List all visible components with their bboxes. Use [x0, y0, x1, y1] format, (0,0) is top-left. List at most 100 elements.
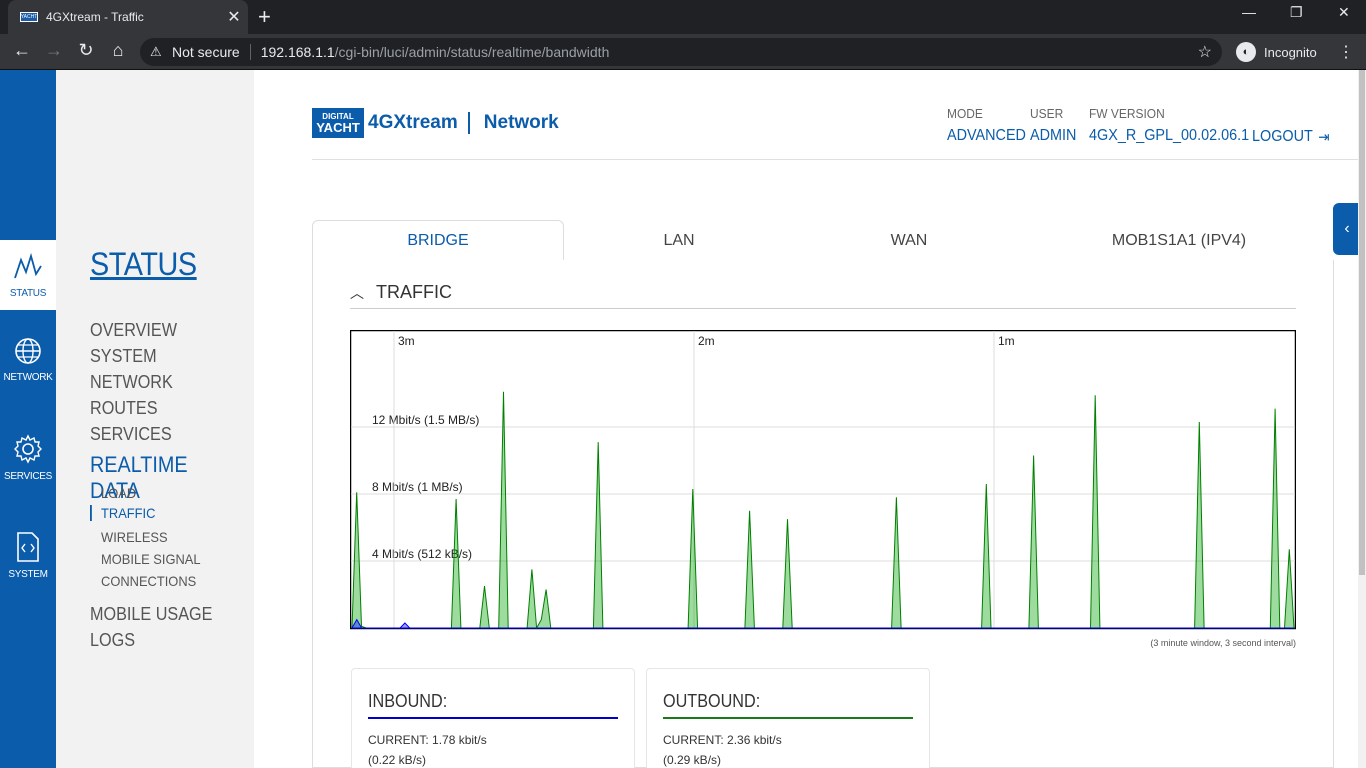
scrollbar-thumb[interactable]	[1359, 70, 1365, 575]
url-path: /cgi-bin/luci/admin/status/realtime/band…	[334, 44, 610, 60]
page-scrollbar[interactable]	[1358, 70, 1366, 768]
url-separator	[249, 44, 251, 60]
security-label: Not secure	[172, 44, 240, 60]
new-tab-button[interactable]: +	[258, 4, 271, 30]
inbound-rule	[368, 717, 618, 719]
browser-tab[interactable]: YACHT 4GXtream - Traffic ✕	[8, 0, 248, 34]
side-menu: STATUS OVERVIEW SYSTEM NETWORK ROUTES SE…	[56, 70, 254, 768]
url-host: 192.168.1.1	[260, 44, 335, 60]
outbound-rule	[663, 717, 913, 719]
user-info: USER ADMIN	[1030, 106, 1082, 145]
logo-divider	[467, 112, 470, 134]
chart-window-note: (3 minute window, 3 second interval)	[1150, 638, 1296, 648]
inbound-current-value: 1.78 kbit/s	[432, 733, 487, 747]
iconbar-label: SYSTEM	[8, 568, 48, 580]
user-value: ADMIN	[1030, 127, 1077, 144]
menu-services[interactable]: SERVICES	[90, 424, 172, 445]
header-divider	[312, 159, 1360, 160]
main-content: DIGITAL YACHT 4GXtream Network MODE ADVA…	[254, 70, 1360, 768]
menu-overview[interactable]: OVERVIEW	[90, 320, 177, 341]
address-bar[interactable]: ⚠ Not secure 192.168.1.1 /cgi-bin/luci/a…	[140, 38, 1222, 66]
iconbar-services[interactable]: SERVICES	[0, 408, 56, 506]
mode-label: MODE	[947, 106, 983, 121]
iconbar-network[interactable]: NETWORK	[0, 310, 56, 408]
section-divider	[350, 308, 1296, 309]
y-tick-label: 12 Mbit/s (1.5 MB/s)	[372, 413, 479, 427]
browser-toolbar: ← → ↻ ⌂ ⚠ Not secure 192.168.1.1 /cgi-bi…	[0, 34, 1366, 70]
inbound-current: CURRENT: 1.78 kbit/s	[368, 733, 487, 747]
home-icon[interactable]: ⌂	[106, 40, 130, 61]
fw-value: 4GX_R_GPL_00.02.06.1	[1089, 127, 1250, 144]
restore-icon[interactable]: ❐	[1290, 4, 1303, 21]
tab-lan[interactable]: LAN	[564, 220, 794, 261]
submenu-wireless[interactable]: WIRELESS	[90, 529, 168, 545]
traffic-chart: 12 Mbit/s (1.5 MB/s)8 Mbit/s (1 MB/s)4 M…	[350, 330, 1296, 630]
submenu-connections[interactable]: CONNECTIONS	[90, 573, 196, 589]
outbound-card: OUTBOUND: CURRENT: 2.36 kbit/s (0.29 kB/…	[646, 668, 930, 768]
iconbar-label: NETWORK	[3, 371, 53, 383]
close-window-icon[interactable]: ✕	[1338, 4, 1350, 21]
logout-button[interactable]: LOGOUT ⇥	[1252, 128, 1338, 146]
menu-system[interactable]: SYSTEM	[90, 346, 157, 367]
icon-nav-bar: STATUS NETWORK SERVICES SYSTEM	[0, 70, 56, 768]
forward-icon[interactable]: →	[42, 40, 66, 61]
inbound-current-sub: (0.22 kB/s)	[368, 753, 427, 767]
tab-title: 4GXtream - Traffic	[46, 10, 144, 24]
system-icon	[17, 531, 39, 562]
submenu-mobile-signal[interactable]: MOBILE SIGNAL	[90, 551, 201, 567]
fw-label: FW VERSION	[1089, 106, 1165, 121]
tab-mob1s1a1[interactable]: MOB1S1A1 (IPV4)	[1024, 220, 1334, 261]
menu-mobile-usage[interactable]: MOBILE USAGE	[90, 604, 212, 625]
browser-tabstrip: YACHT 4GXtream - Traffic ✕ + — ❐ ✕	[0, 0, 1366, 34]
iconbar-label: SERVICES	[4, 470, 52, 482]
close-tab-icon[interactable]: ✕	[224, 7, 244, 27]
x-marker-label: 3m	[398, 334, 415, 348]
collapse-panel-button[interactable]: ‹	[1333, 203, 1361, 255]
mode-info: MODE ADVANCED	[947, 106, 1035, 145]
incognito-label: Incognito	[1264, 44, 1317, 60]
tab-bridge[interactable]: BRIDGE	[312, 220, 564, 261]
chevron-up-icon: ︿	[350, 284, 364, 301]
submenu-traffic[interactable]: TRAFFIC	[90, 505, 155, 521]
inbound-card: INBOUND: CURRENT: 1.78 kbit/s (0.22 kB/s…	[351, 668, 635, 768]
browser-menu-icon[interactable]: ⋮	[1338, 42, 1354, 62]
outbound-current-sub: (0.29 kB/s)	[663, 753, 722, 767]
chart-frame	[350, 330, 1296, 630]
digital-yacht-logo: DIGITAL YACHT	[312, 108, 364, 138]
interface-tabs: BRIDGE LAN WAN MOB1S1A1 (IPV4)	[312, 220, 1334, 261]
side-menu-title[interactable]: STATUS	[90, 246, 197, 283]
status-icon	[14, 252, 42, 278]
submenu-load[interactable]: LOAD	[90, 485, 136, 501]
reload-icon[interactable]: ↻	[74, 40, 98, 61]
user-label: USER	[1030, 106, 1064, 121]
incognito-icon: ◐	[1236, 42, 1256, 62]
incognito-indicator[interactable]: ◐ Incognito	[1236, 42, 1317, 62]
iconbar-label: STATUS	[9, 287, 47, 299]
menu-routes[interactable]: ROUTES	[90, 398, 158, 419]
minimize-icon[interactable]: —	[1242, 4, 1256, 20]
globe-icon	[15, 337, 41, 364]
traffic-section-header[interactable]: ︿ TRAFFIC	[350, 282, 452, 303]
section-name: Network	[483, 112, 559, 133]
menu-logs[interactable]: LOGS	[90, 630, 135, 651]
logo: DIGITAL YACHT 4GXtream Network	[312, 108, 559, 138]
warning-icon: ⚠	[150, 44, 162, 59]
x-marker-label: 2m	[698, 334, 715, 348]
tab-wan[interactable]: WAN	[794, 220, 1024, 261]
bookmark-star-icon[interactable]: ☆	[1198, 42, 1212, 62]
iconbar-system[interactable]: SYSTEM	[0, 506, 56, 604]
iconbar-status[interactable]: STATUS	[0, 240, 56, 310]
mode-value: ADVANCED	[947, 127, 1026, 144]
outbound-current-value: 2.36 kbit/s	[727, 733, 782, 747]
menu-network[interactable]: NETWORK	[90, 372, 173, 393]
back-icon[interactable]: ←	[10, 40, 34, 61]
favicon-icon: YACHT	[20, 12, 38, 22]
outbound-current: CURRENT: 2.36 kbit/s	[663, 733, 782, 747]
logout-label: LOGOUT	[1252, 128, 1313, 145]
fw-info: FW VERSION 4GX_R_GPL_00.02.06.1	[1089, 106, 1267, 145]
outbound-current-label: CURRENT:	[663, 733, 724, 747]
inbound-title: INBOUND:	[368, 691, 448, 711]
product-name: 4GXtream	[368, 112, 458, 133]
inbound-current-label: CURRENT:	[368, 733, 429, 747]
y-tick-label: 8 Mbit/s (1 MB/s)	[372, 480, 463, 494]
